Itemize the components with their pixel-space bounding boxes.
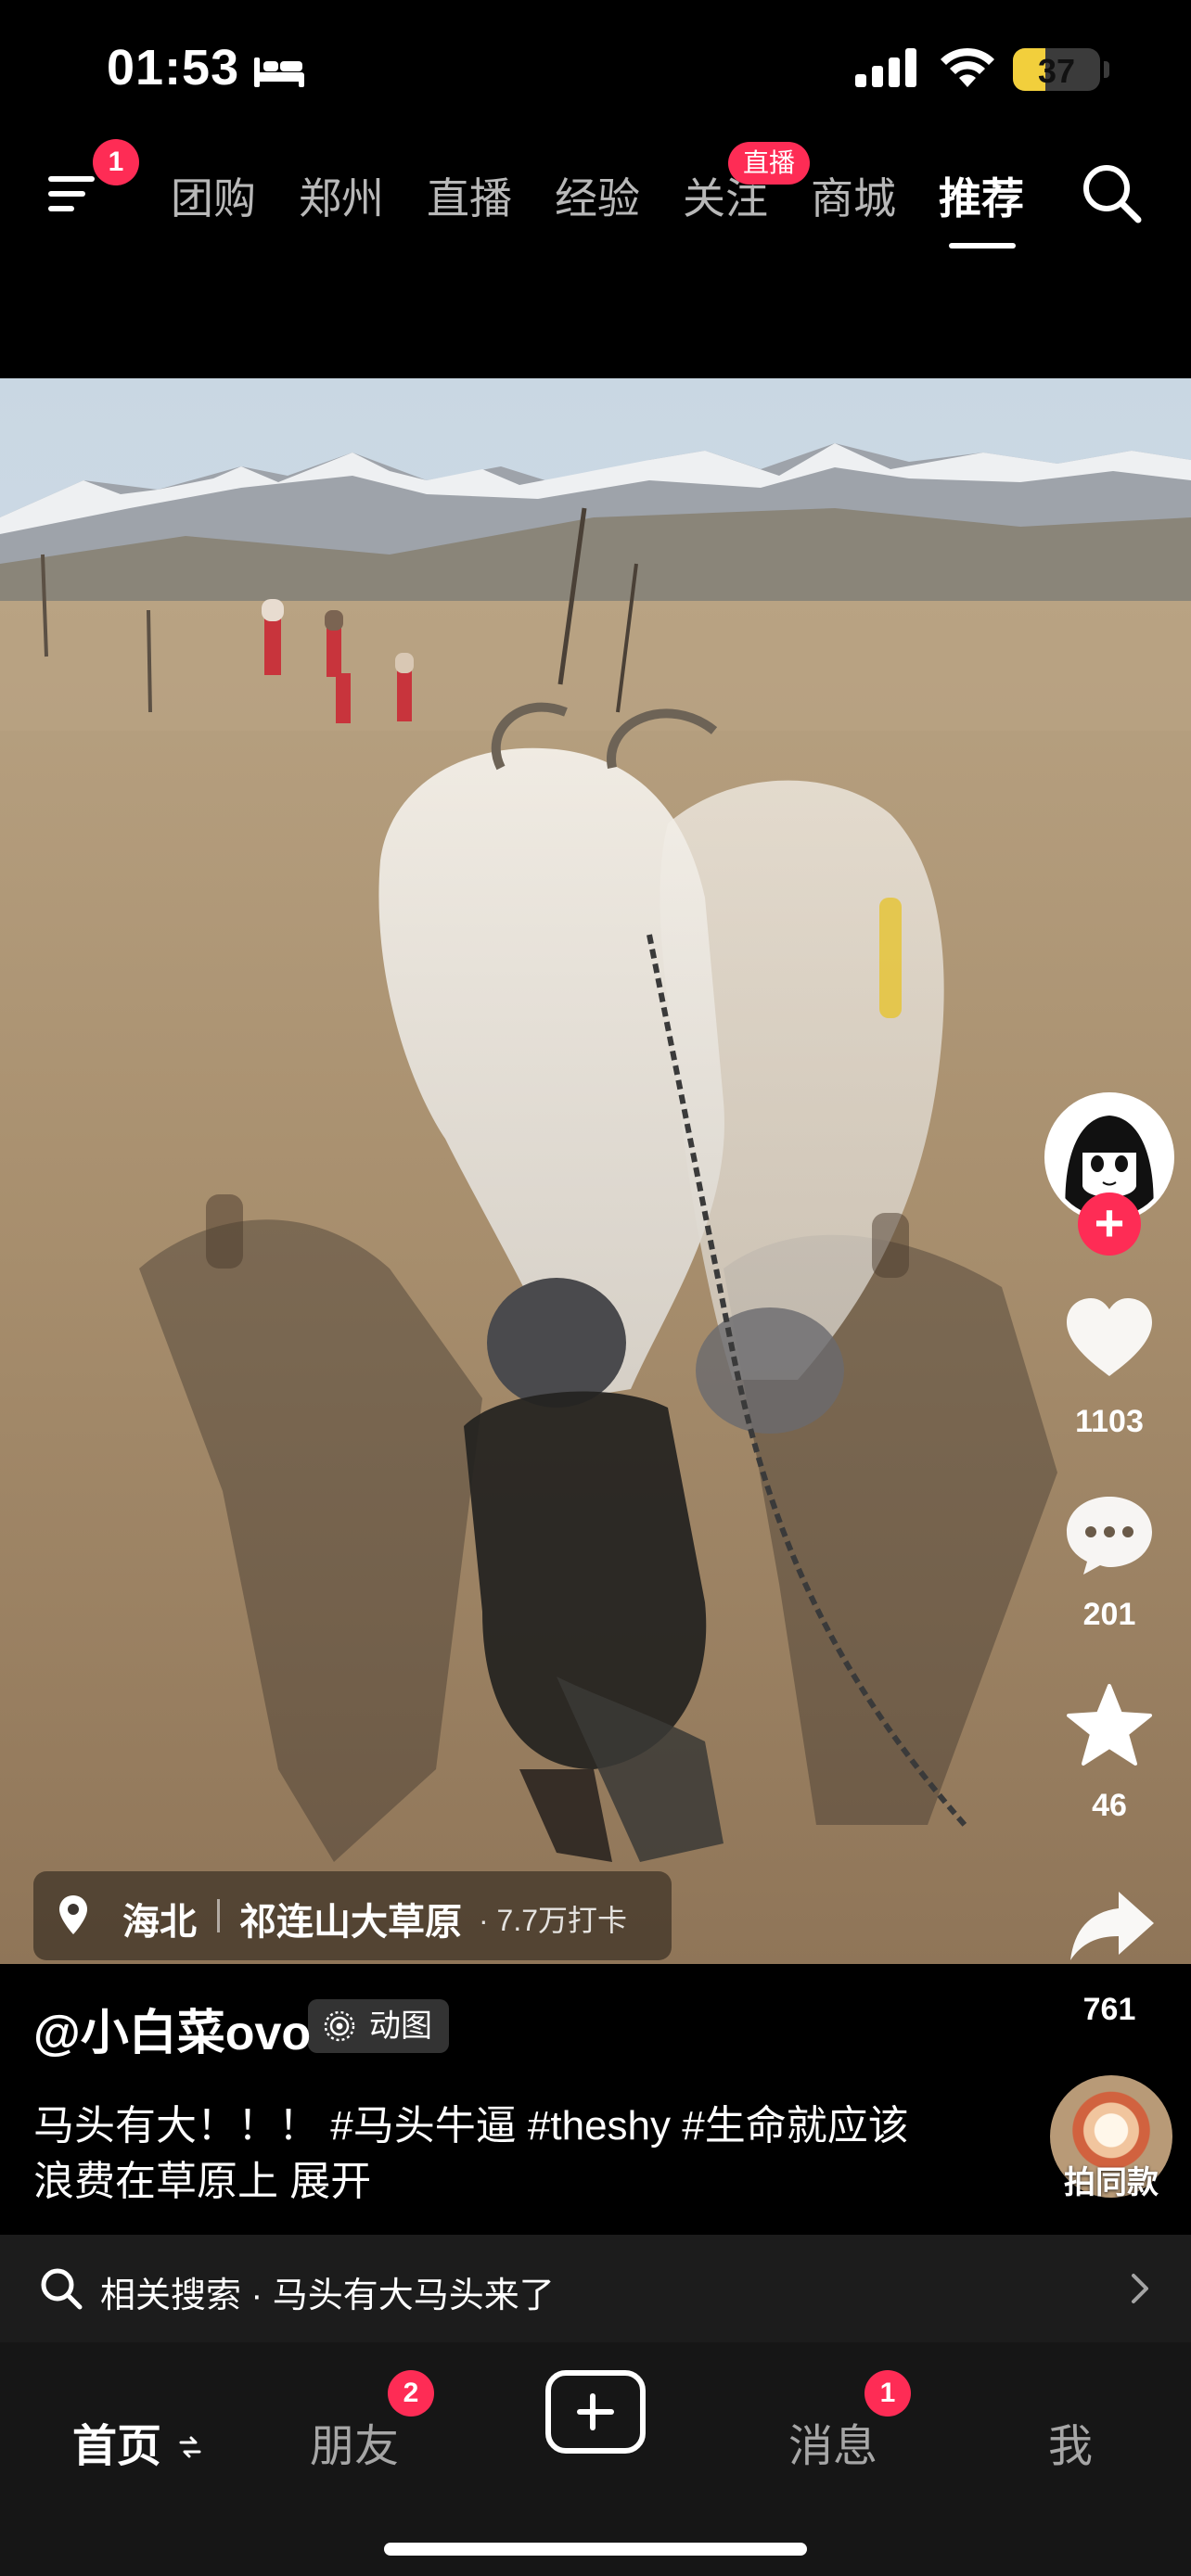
tab-me[interactable]: 我 <box>1048 2409 1093 2474</box>
menu-notification-badge: 1 <box>93 139 139 185</box>
location-chip[interactable]: 海北 祁连山大草原 · 7.7万打卡 <box>33 1871 672 1960</box>
tab-mall[interactable]: 商城 <box>811 165 896 226</box>
battery-tip <box>1104 61 1109 78</box>
bottom-tab-bar: 首页 朋友 2 消息 1 我 <box>0 2342 1191 2576</box>
tab-messages[interactable]: 消息 <box>788 2409 877 2474</box>
follow-button[interactable]: + <box>1078 1192 1141 1256</box>
location-city: 海北 <box>122 1902 197 1943</box>
related-search-bar[interactable]: 相关搜索 · 马头有大马头来了 <box>0 2235 1191 2342</box>
video-player[interactable] <box>0 378 1191 1964</box>
chevron-right-icon <box>1132 2274 1148 2303</box>
menu-icon[interactable] <box>48 169 102 219</box>
share-count: 761 <box>1082 1992 1136 2027</box>
wifi-icon <box>941 47 994 87</box>
tab-live[interactable]: 直播 <box>427 165 512 226</box>
like-icon[interactable] <box>1063 1296 1156 1380</box>
battery-percent: 37 <box>1037 52 1076 90</box>
tab-home[interactable]: 首页 <box>72 2409 201 2474</box>
tab-home-label: 首页 <box>72 2422 162 2471</box>
location-place: 祁连山大草原 <box>239 1902 462 1943</box>
favorite-star-icon[interactable] <box>1067 1684 1152 1767</box>
tab-local-city[interactable]: 郑州 <box>299 165 384 226</box>
plus-icon <box>577 2393 614 2430</box>
friends-badge: 2 <box>388 2370 434 2417</box>
status-time: 01:53 <box>107 40 240 96</box>
sleep-focus-icon <box>254 57 304 87</box>
search-icon[interactable] <box>1081 162 1144 225</box>
like-count: 1103 <box>1075 1404 1144 1439</box>
messages-badge: 1 <box>864 2370 911 2417</box>
video-frame <box>0 378 1191 1964</box>
battery-indicator: 37 <box>1013 48 1100 91</box>
search-icon <box>41 2268 83 2310</box>
location-pin-icon <box>59 1895 87 1934</box>
related-search-text: 相关搜索 · 马头有大马头来了 <box>100 2276 555 2315</box>
tab-group-buy[interactable]: 团购 <box>171 165 256 226</box>
following-live-badge: 直播 <box>728 142 811 185</box>
author-name[interactable]: @小白菜ovo <box>33 1994 311 2063</box>
location-divider <box>217 1899 220 1932</box>
active-tab-indicator <box>949 243 1016 249</box>
cellular-signal-icon <box>855 48 916 87</box>
content-type-label: 动图 <box>369 2009 432 2044</box>
comment-count: 201 <box>1082 1597 1136 1632</box>
content-type-badge: 动图 <box>308 1999 449 2053</box>
caption-line-1[interactable]: 马头有大！！！ #马头牛逼 #theshy #生命就应该 <box>33 2092 909 2151</box>
caption-line-2[interactable]: 浪费在草原上 展开 <box>33 2148 371 2207</box>
home-indicator <box>384 2543 807 2556</box>
location-checkins: · 7.7万打卡 <box>479 1904 628 1937</box>
refresh-swap-icon <box>179 2436 201 2458</box>
favorite-count: 46 <box>1092 1788 1127 1823</box>
create-button[interactable] <box>545 2370 646 2454</box>
same-style-label[interactable]: 拍同款 <box>1044 2157 1178 2202</box>
tab-experience[interactable]: 经验 <box>555 165 640 226</box>
tab-friends[interactable]: 朋友 <box>310 2409 399 2474</box>
comment-icon[interactable] <box>1065 1495 1154 1576</box>
live-photo-icon <box>324 2010 355 2042</box>
share-icon[interactable] <box>1069 1888 1156 1962</box>
tab-recommended[interactable]: 推荐 <box>939 165 1024 226</box>
